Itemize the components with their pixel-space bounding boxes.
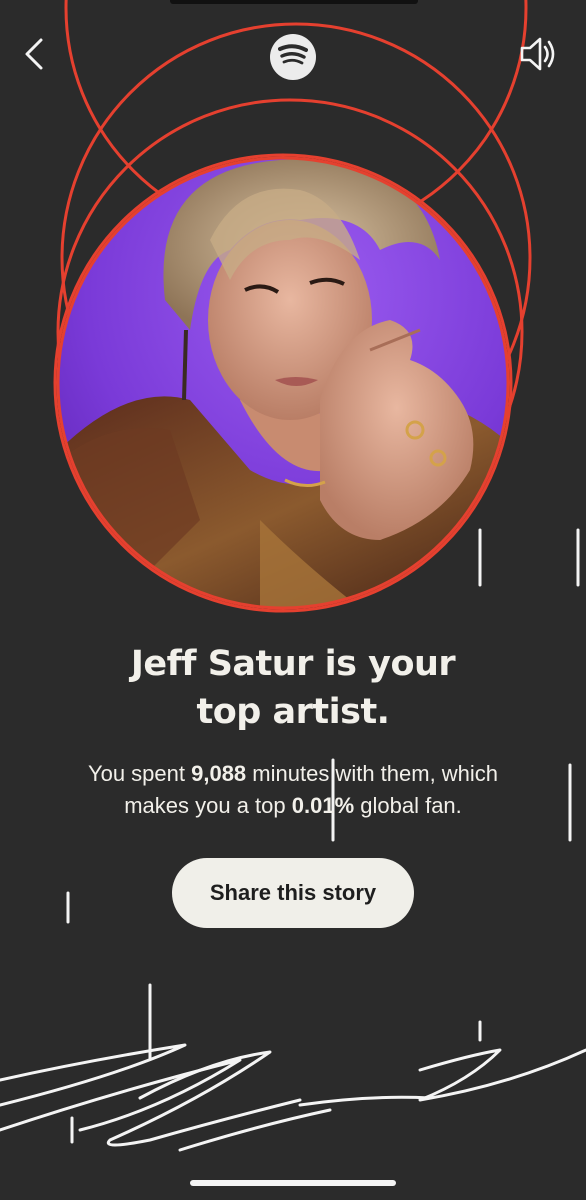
headline-line-2: top artist. — [196, 692, 390, 732]
story-subtext: You spent 9,088 minutes with them, which… — [0, 758, 586, 822]
sound-toggle-button[interactable] — [516, 36, 560, 76]
subtext-prefix: You spent — [87, 761, 192, 786]
top-notch — [170, 0, 418, 4]
subtext-line-2: makes you a top 0.01% global fan. — [0, 790, 586, 822]
subtext-prefix-2: makes you a top — [124, 793, 292, 818]
wrapped-story-screen: Jeff Satur is your top artist. You spent… — [0, 0, 586, 1200]
home-indicator[interactable] — [190, 1180, 396, 1186]
speaker-icon — [518, 36, 558, 77]
story-headline: Jeff Satur is your top artist. — [0, 640, 586, 736]
chevron-left-icon — [23, 37, 45, 76]
minutes-value: 9,088 — [191, 761, 247, 786]
artist-photo — [58, 158, 508, 608]
back-button[interactable] — [14, 36, 54, 76]
subtext-suffix-2: global fan. — [354, 793, 462, 818]
spotify-logo-icon — [278, 43, 308, 71]
subtext-suffix: minutes with them, which — [246, 761, 499, 786]
spotify-logo — [270, 34, 316, 80]
share-story-button[interactable]: Share this story — [172, 858, 414, 928]
subtext-line-1: You spent 9,088 minutes with them, which — [0, 758, 586, 790]
story-artwork — [0, 0, 586, 1152]
signature-scribble — [0, 1043, 586, 1152]
percent-value: 0.01% — [291, 793, 355, 818]
headline-line-1: Jeff Satur is your — [130, 644, 456, 684]
